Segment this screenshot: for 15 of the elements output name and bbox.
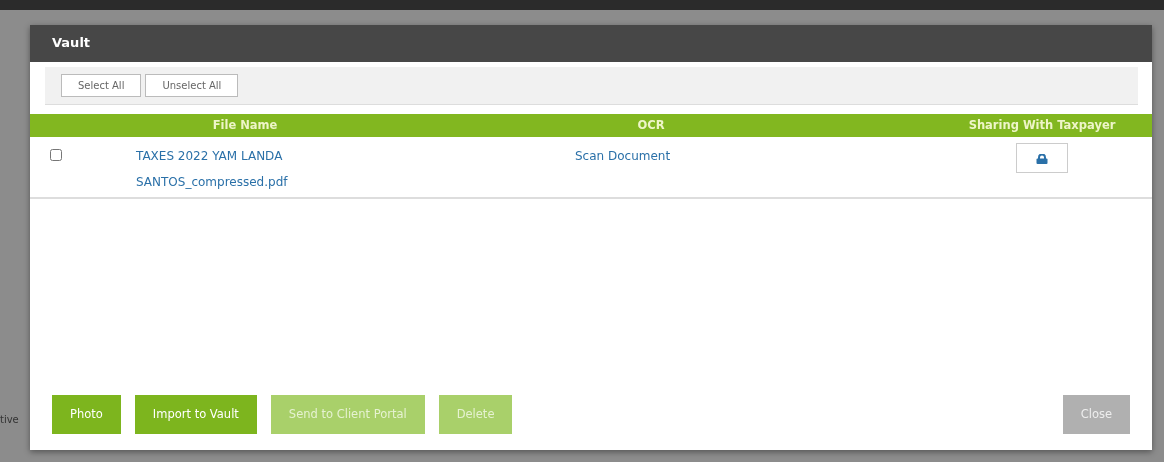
footer-button[interactable]: Close: [1062, 394, 1130, 434]
ocr-header: OCR: [636, 117, 666, 134]
select-all-button[interactable]: Select All: [61, 74, 142, 97]
sharing-header: Sharing With Taxpayer: [967, 117, 1117, 134]
sharing-toggle-button[interactable]: [1016, 143, 1068, 174]
file-name-header: File Name: [211, 117, 279, 134]
scan-document-link[interactable]: Scan Document: [575, 143, 671, 170]
file-link[interactable]: TAXES 2022 YAM LANDA SANTOS_compressed.pdf: [136, 143, 370, 196]
lock-icon: [1036, 153, 1048, 164]
footer-button[interactable]: Photo: [52, 394, 121, 434]
background-text: tive: [0, 413, 19, 427]
row-checkbox[interactable]: [50, 149, 62, 162]
window-title: Vault: [30, 25, 1152, 62]
footer-button[interactable]: Import to Vault: [134, 394, 257, 434]
unselect-all-button[interactable]: Unselect All: [145, 74, 239, 97]
